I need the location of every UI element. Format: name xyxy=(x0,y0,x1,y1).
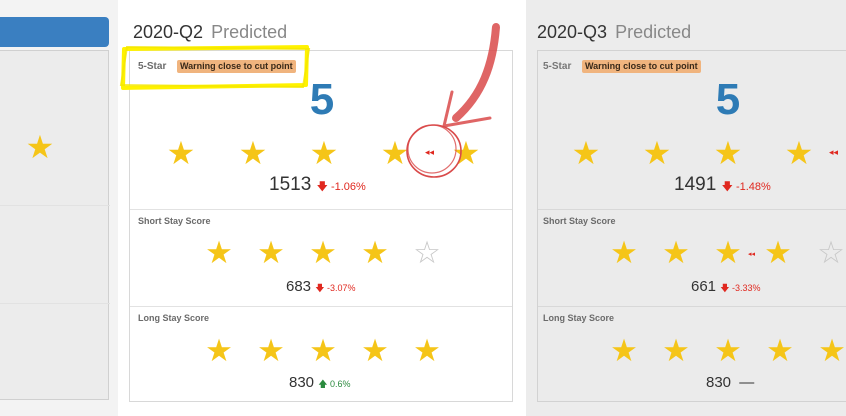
q3-short-score-line: 661 🡇 -3.33% xyxy=(691,277,761,298)
q3-status: Predicted xyxy=(615,22,692,42)
q3-overall-label: 5-Star xyxy=(543,61,572,72)
q3-long-score-line: 830 — xyxy=(706,373,754,393)
q3-divider-1 xyxy=(538,209,846,210)
q2-short-star-icon: ★ xyxy=(361,235,389,271)
q2-short-change: 🡇 -3.07% xyxy=(315,283,355,293)
q2-long-change: 🡅 0.6% xyxy=(318,379,350,389)
q2-short-score: 683 xyxy=(286,278,312,295)
q1-divider-2 xyxy=(0,303,110,304)
q3-short-star-icon: ★ xyxy=(610,235,638,271)
q1-card xyxy=(0,50,110,400)
q2-long-change-value: 0.6% xyxy=(329,379,351,389)
q2-short-star-icon: ★ xyxy=(257,235,285,271)
q3-long-star-icon: ★ xyxy=(818,333,846,369)
q2-overall-score: 1513 xyxy=(269,174,312,195)
q3-short-star-icon: ★ xyxy=(714,235,742,271)
q3-overall-change-value: -1.48% xyxy=(735,181,771,193)
q3-short-empty-star-icon: ☆ xyxy=(817,235,845,271)
q2-divider-1 xyxy=(130,209,512,210)
q3-long-score: 830 xyxy=(706,374,732,391)
q2-overall-star-icon: ★ xyxy=(380,134,410,172)
q2-long-score: 830 xyxy=(289,374,315,391)
q2-overall-star-icon: ★ xyxy=(451,134,481,172)
arrow-down-icon: 🡇 xyxy=(720,283,730,293)
q3-period: 2020-Q3 xyxy=(537,22,608,42)
q2-long-star-icon: ★ xyxy=(361,333,389,369)
q2-short-stay-label: Short Stay Score xyxy=(138,216,211,226)
q3-short-star-icon: ★ xyxy=(662,235,690,271)
q3-short-star-icon: ★ xyxy=(764,235,792,271)
q2-short-empty-star-icon: ☆ xyxy=(413,235,441,271)
q1-divider-1 xyxy=(0,205,110,206)
q3-overall-rating: 5 xyxy=(715,75,741,124)
q3-short-stay-label: Short Stay Score xyxy=(543,216,616,226)
q3-overall-star-icon: ★ xyxy=(784,134,814,172)
q2-status: Predicted xyxy=(211,22,288,42)
arrow-down-icon: 🡇 xyxy=(721,181,733,193)
q2-overall-star-icon: ★ xyxy=(166,134,196,172)
q3-column-header: 2020-Q3 Predicted xyxy=(537,21,691,43)
q2-long-star-icon: ★ xyxy=(309,333,337,369)
arrow-up-icon: 🡅 xyxy=(318,379,328,389)
q2-short-score-line: 683 🡇 -3.07% xyxy=(286,277,356,298)
q3-card[interactable]: 5-Star Warning close to cut point 5 ★ ★ … xyxy=(537,50,846,402)
q3-long-star-icon: ★ xyxy=(662,333,690,369)
q2-short-star-icon: ★ xyxy=(309,235,337,271)
q2-long-star-icon: ★ xyxy=(413,333,441,369)
q2-column-header: 2020-Q2 Predicted xyxy=(133,21,287,43)
q3-long-change: — xyxy=(739,374,755,391)
q3-divider-2 xyxy=(538,306,846,307)
q3-overall-star-icon: ★ xyxy=(642,134,672,172)
q2-overall-change-value: -1.06% xyxy=(330,181,366,193)
q2-long-star-icon: ★ xyxy=(205,333,233,369)
q2-overall-star-icon: ★ xyxy=(238,134,268,172)
arrow-down-icon: 🡇 xyxy=(316,181,328,193)
q2-short-star-icon: ★ xyxy=(205,235,233,271)
q3-long-star-icon: ★ xyxy=(610,333,638,369)
q2-long-stay-label: Long Stay Score xyxy=(138,313,210,323)
q3-cut-point-marker-icon: ◂◂ xyxy=(829,147,839,157)
q3-overall-star-icon: ★ xyxy=(571,134,601,172)
q2-overall-label: 5-Star xyxy=(138,61,167,72)
q3-overall-change: 🡇 -1.48% xyxy=(722,181,771,193)
q3-short-change-value: -3.33% xyxy=(731,283,761,293)
q3-short-change: 🡇 -3.33% xyxy=(720,283,760,293)
q2-cut-point-marker-icon: ◂◂ xyxy=(425,147,435,157)
q1-star-icon: ★ xyxy=(25,128,55,166)
q2-period: 2020-Q2 xyxy=(133,22,204,42)
q2-divider-2 xyxy=(130,306,512,307)
q3-long-star-icon: ★ xyxy=(766,333,794,369)
q3-overall-star-icon: ★ xyxy=(713,134,743,172)
q2-overall-star-icon: ★ xyxy=(309,134,339,172)
q2-short-change-value: -3.07% xyxy=(326,283,356,293)
q3-short-cut-point-marker-icon: ◂◂ xyxy=(748,251,756,258)
q3-warning-badge[interactable]: Warning close to cut point xyxy=(582,60,701,73)
q3-overall-score-line: 1491 🡇 -1.48% xyxy=(674,175,771,197)
q2-overall-change: 🡇 -1.06% xyxy=(317,181,366,193)
q3-long-stay-label: Long Stay Score xyxy=(543,313,615,323)
q3-short-score: 661 xyxy=(691,278,717,295)
arrow-down-icon: 🡇 xyxy=(315,283,325,293)
q2-long-score-line: 830 🡅 0.6% xyxy=(289,373,351,394)
q3-overall-score: 1491 xyxy=(674,174,717,195)
q2-warning-badge[interactable]: Warning close to cut point xyxy=(177,60,296,73)
q1-header-bar xyxy=(0,17,109,47)
q2-overall-rating: 5 xyxy=(309,75,335,124)
q2-card[interactable]: 5-Star Warning close to cut point 5 ★ ★ … xyxy=(129,50,513,402)
q2-overall-score-line: 1513 🡇 -1.06% xyxy=(269,175,366,197)
q3-long-star-icon: ★ xyxy=(714,333,742,369)
q2-long-star-icon: ★ xyxy=(257,333,285,369)
